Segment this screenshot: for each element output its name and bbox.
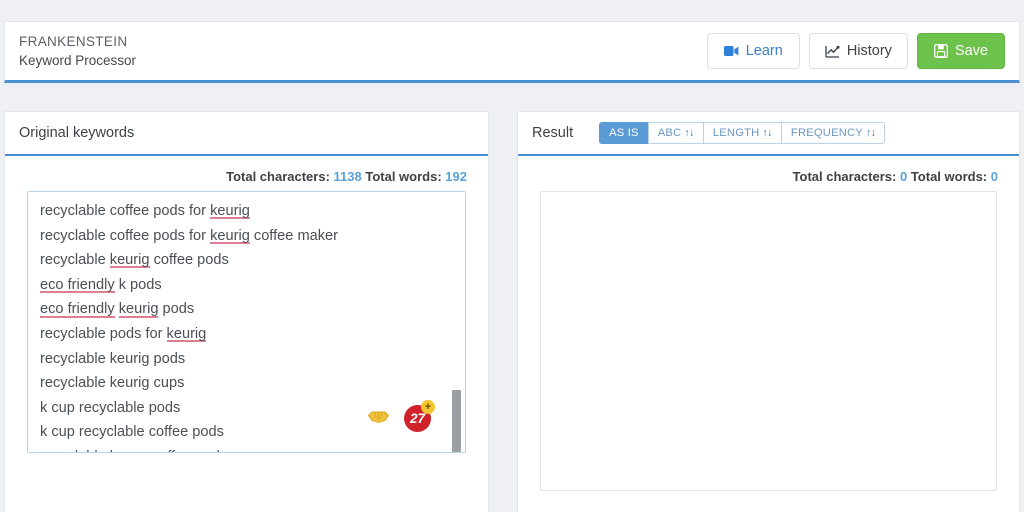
misspelled-word: keurig [166,325,207,343]
original-keywords-textarea-wrap: recyclable coffee pods for keurig recycla… [5,191,488,453]
floppy-save-icon [933,44,948,58]
learn-button-label: Learn [745,43,783,59]
original-keywords-header: Original keywords [5,112,488,156]
original-keywords-title: Original keywords [19,125,135,141]
result-sort-button-group: AS IS ABC ↑↓ LENGTH ↑↓ FREQUENCY ↑↓ [599,122,886,144]
sort-button-label: FREQUENCY [790,127,863,139]
result-words-value: 0 [990,169,998,184]
misspelled-word: keurig [109,252,150,270]
notification-badge[interactable]: 27 + [404,400,435,432]
misspelled-word: eco friendly [40,301,115,319]
brand-block: FRANKENSTEIN Keyword Processor [19,35,136,67]
sort-button-abc[interactable]: ABC ↑↓ [647,122,703,144]
keyword-box-badges: 27 + [367,400,435,432]
original-keywords-stats: Total characters: 1138 Total words: 192 [5,156,488,191]
keyword-line: eco friendly k pods [40,276,162,294]
sort-button-length[interactable]: LENGTH ↑↓ [702,122,781,144]
original-words-value: 192 [445,169,467,184]
misspelled-word: kcups [109,448,148,452]
result-header: Result AS IS ABC ↑↓ LENGTH ↑↓ FREQUENCY ↑↓ [518,112,1019,156]
original-characters-label: Total characters: [226,169,330,184]
sort-button-label: ABC [657,127,682,139]
history-button[interactable]: History [808,33,908,69]
misspelled-word: keurig [210,203,250,220]
result-textarea[interactable] [540,191,997,491]
sort-button-as-is[interactable]: AS IS [599,122,648,144]
sort-arrows-icon[interactable]: ↑↓ [866,127,876,139]
app-header: FRANKENSTEIN Keyword Processor Learn His… [4,21,1020,83]
original-keywords-panel: Original keywords Total characters: 1138… [4,111,489,512]
plus-badge-icon: + [421,400,435,414]
keyword-line: recyclable keurig cups [40,375,185,392]
history-button-label: History [846,43,892,59]
keyword-line: recyclable keurig pods [40,350,186,367]
handshake-emoji-icon [367,408,390,429]
original-words-label: Total words: [365,169,442,184]
app-brand-name: FRANKENSTEIN [19,34,128,49]
keyword-line: eco friendly keurig pods [40,301,195,319]
learn-button[interactable]: Learn [706,33,800,69]
result-characters-label: Total characters: [792,169,897,184]
video-camera-icon [723,45,739,57]
sort-arrows-icon[interactable]: ↑↓ [684,127,694,139]
misspelled-word: eco friendly [40,276,115,294]
result-textarea-wrap [518,191,1019,491]
keyword-line: recyclable keurig coffee pods [40,252,229,270]
keyword-line: recyclable coffee pods for keurig [40,203,250,220]
result-characters-value: 0 [899,169,908,184]
save-button-label: Save [954,43,988,59]
sort-button-label: LENGTH [712,127,760,139]
keyword-box-scrollbar-track[interactable] [452,192,463,452]
header-actions: Learn History Save [706,33,1005,69]
sort-button-frequency[interactable]: FREQUENCY ↑↓ [780,122,886,144]
result-title: Result [532,125,574,141]
original-keywords-textarea[interactable]: recyclable coffee pods for keurig recycla… [27,191,466,453]
misspelled-word: keurig [118,301,159,319]
sort-arrows-icon[interactable]: ↑↓ [762,127,772,139]
misspelled-word: keurig [210,227,250,245]
sort-button-label: AS IS [609,127,639,139]
app-root: FRANKENSTEIN Keyword Processor Learn His… [0,0,1024,512]
keyword-box-scrollbar-thumb[interactable] [452,390,461,452]
original-characters-value: 1138 [333,169,362,184]
save-button[interactable]: Save [916,33,1005,69]
result-panel: Result AS IS ABC ↑↓ LENGTH ↑↓ FREQUENCY ↑↓ Tot… [517,111,1020,512]
keyword-line: recyclable pods for keurig [40,325,207,343]
result-stats: Total characters: 0 Total words: 0 [518,156,1019,191]
line-chart-icon [825,45,840,58]
keyword-line: recyclable kcups coffee pods [40,445,465,452]
result-words-label: Total words: [910,169,988,184]
page-title: Keyword Processor [19,52,137,68]
keyword-line: recyclable coffee pods for keurig coffee… [40,227,338,245]
